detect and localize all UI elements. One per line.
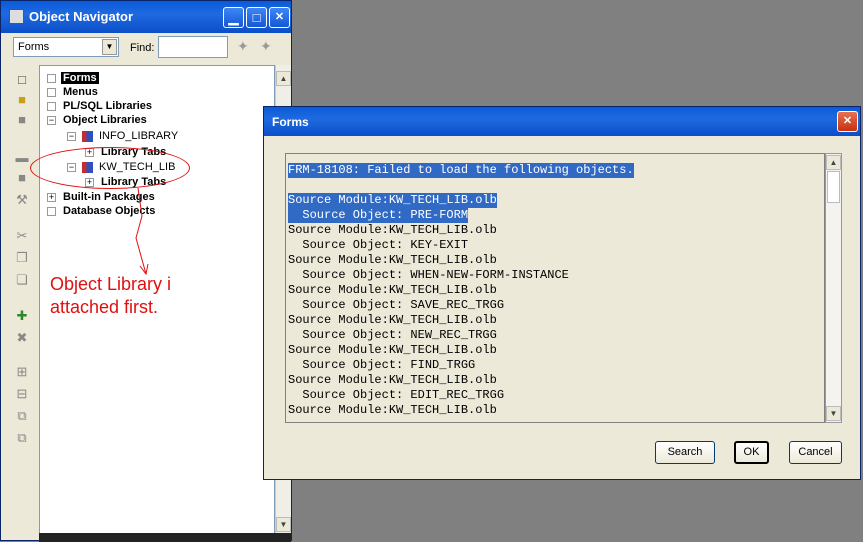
delete-icon[interactable]: ✖	[13, 329, 31, 347]
message-line: Source Object: WHEN-NEW-FORM-INSTANCE	[288, 268, 569, 282]
find-previous-icon[interactable]: ✦	[260, 38, 272, 55]
save-icon[interactable]: ■	[13, 111, 31, 129]
scroll-thumb[interactable]	[827, 171, 840, 203]
message-scrollbar[interactable]: ▲ ▼	[825, 153, 842, 423]
object-type-value: Forms	[18, 41, 50, 53]
message-line: Source Module:KW_TECH_LIB.olb	[288, 283, 497, 297]
tree-item-plsql-libraries[interactable]: PL/SQL Libraries	[63, 100, 152, 112]
app-icon	[9, 9, 24, 24]
library-icon	[82, 131, 93, 142]
dialog-title: Forms	[272, 115, 309, 129]
run-icon[interactable]: ▬	[13, 149, 31, 167]
tree-expander[interactable]	[47, 102, 56, 111]
navigator-title: Object Navigator	[29, 9, 134, 24]
error-message-box[interactable]: FRM-18108: Failed to load the following …	[285, 153, 825, 423]
search-button[interactable]: Search	[655, 441, 715, 464]
dialog-titlebar[interactable]: Forms ✕	[264, 107, 860, 136]
annotation-arrow	[135, 187, 149, 276]
message-line: Source Object: SAVE_REC_TRGG	[288, 298, 505, 312]
compile-icon[interactable]: ■	[13, 169, 31, 187]
expand-icon[interactable]: ⊞	[13, 363, 31, 381]
collapse-all-icon[interactable]: ⧉	[13, 429, 31, 447]
tree-expander[interactable]: +	[47, 193, 56, 202]
minimize-button[interactable]: ▁	[223, 7, 244, 28]
tree-item-object-libraries[interactable]: Object Libraries	[63, 114, 147, 126]
message-line: Source Object: KEY-EXIT	[288, 238, 469, 252]
ok-button[interactable]: OK	[734, 441, 769, 464]
create-icon[interactable]: ✚	[13, 307, 31, 325]
cancel-button[interactable]: Cancel	[789, 441, 842, 464]
tree-item-info-library[interactable]: INFO_LIBRARY	[99, 130, 178, 142]
annotation-text: Object Library i attached first.	[50, 274, 172, 317]
scroll-up-icon[interactable]: ▲	[276, 71, 291, 86]
message-line: Source Object: EDIT_REC_TRGG	[288, 388, 505, 402]
find-label: Find:	[130, 42, 155, 54]
scroll-down-icon[interactable]: ▼	[276, 517, 291, 532]
message-line: Source Module:KW_TECH_LIB.olb	[288, 343, 497, 357]
find-next-icon[interactable]: ✦	[237, 38, 249, 55]
message-line: Source Module:KW_TECH_LIB.olb	[288, 223, 497, 237]
message-line: FRM-18108: Failed to load the following …	[288, 163, 634, 178]
navigator-titlebar[interactable]: Object Navigator ▁ □ ✕	[1, 1, 291, 33]
maximize-button[interactable]: □	[246, 7, 267, 28]
message-line: Source Object: FIND_TRGG	[288, 358, 476, 372]
vertical-toolbar: □ ■ ■ ▬ ■ ⚒ ✂ ❐ ❏ ✚ ✖ ⊞ ⊟ ⧉ ⧉	[7, 65, 37, 541]
find-input[interactable]	[158, 36, 228, 58]
close-button[interactable]: ✕	[269, 7, 290, 28]
message-line: Source Module:KW_TECH_LIB.olb	[288, 313, 497, 327]
object-type-select[interactable]: Forms ▼	[13, 37, 119, 57]
message-line: Source Module:KW_TECH_LIB.olb	[288, 253, 497, 267]
message-line: Source Module:KW_TECH_LIB.olb	[288, 373, 497, 387]
message-line: Source Module:KW_TECH_LIB.olb	[288, 193, 497, 208]
open-icon[interactable]: ■	[13, 91, 31, 109]
new-icon[interactable]: □	[13, 71, 31, 89]
annotation-ellipse	[30, 147, 190, 189]
message-line: Source Object: PRE-FORM	[288, 208, 469, 223]
message-line: Source Module:KW_TECH_LIB.olb	[288, 403, 497, 417]
cut-icon[interactable]: ✂	[13, 227, 31, 245]
paste-icon[interactable]: ❏	[13, 271, 31, 289]
message-line: Source Object: NEW_REC_TRGG	[288, 328, 497, 342]
tree-expander[interactable]: −	[47, 116, 56, 125]
tree-item-menus[interactable]: Menus	[63, 86, 98, 98]
tree-expander[interactable]: −	[67, 132, 76, 141]
scroll-down-icon[interactable]: ▼	[826, 406, 841, 421]
dialog-close-button[interactable]: ✕	[837, 111, 858, 132]
collapse-icon[interactable]: ⊟	[13, 385, 31, 403]
tree-item-forms[interactable]: Forms	[61, 72, 99, 84]
tree-expander[interactable]	[47, 207, 56, 216]
chevron-down-icon[interactable]: ▼	[102, 39, 117, 55]
copy-icon[interactable]: ❐	[13, 249, 31, 267]
debug-icon[interactable]: ⚒	[13, 191, 31, 209]
expand-all-icon[interactable]: ⧉	[13, 407, 31, 425]
scroll-up-icon[interactable]: ▲	[826, 155, 841, 170]
tree-expander[interactable]	[47, 74, 56, 83]
forms-dialog: Forms ✕ FRM-18108: Failed to load the fo…	[263, 106, 861, 480]
tree-expander[interactable]	[47, 88, 56, 97]
